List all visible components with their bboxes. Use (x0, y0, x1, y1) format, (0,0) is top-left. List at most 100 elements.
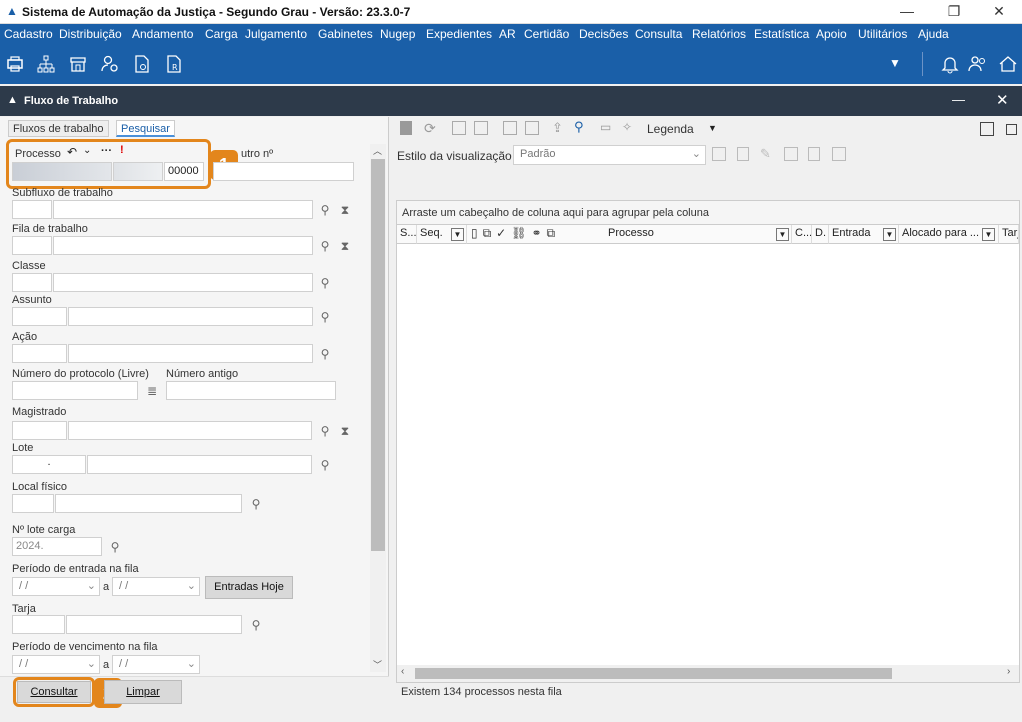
menu-nugep[interactable]: Nugep (380, 27, 415, 41)
maximize-icon[interactable]: ❐ (931, 0, 977, 24)
menu-distribuicao[interactable]: Distribuição (59, 27, 122, 41)
col-header-d[interactable]: D. (812, 225, 829, 244)
minimize-icon[interactable]: — (884, 0, 930, 24)
archive-icon[interactable] (525, 121, 539, 135)
scroll-down-icon[interactable]: ﹀ (373, 658, 382, 671)
menu-ajuda[interactable]: Ajuda (918, 27, 949, 41)
undo-icon[interactable]: ↶ (67, 145, 77, 159)
filter-dropdown-icon[interactable]: ▼ (982, 228, 995, 241)
more-icon[interactable]: ··· (101, 145, 112, 157)
menu-apoio[interactable]: Apoio (816, 27, 847, 41)
menu-decisoes[interactable]: Decisões (579, 27, 628, 41)
search-icon[interactable]: ⚲ (318, 276, 332, 290)
search-icon[interactable]: ⚲ (108, 540, 122, 554)
grid-hscrollbar[interactable]: ‹ › (397, 665, 1019, 682)
entradas-hoje-button[interactable]: Entradas Hoje (205, 576, 293, 599)
menu-expedientes[interactable]: Expedientes (426, 27, 492, 41)
filter-dropdown-icon[interactable]: ▼ (883, 228, 896, 241)
col-header-processo[interactable]: Processo (605, 225, 792, 244)
classe-desc-input[interactable] (53, 273, 313, 292)
menu-certidao[interactable]: Certidão (524, 27, 569, 41)
menu-gabinetes[interactable]: Gabinetes (318, 27, 373, 41)
menu-relatorios[interactable]: Relatórios (692, 27, 746, 41)
search-icon[interactable]: ⚲ (318, 424, 332, 438)
menu-andamento[interactable]: Andamento (132, 27, 193, 41)
search-icon[interactable]: ⚲ (318, 458, 332, 472)
left-scrollbar[interactable]: ︿ ﹀ (370, 144, 386, 672)
copy-icon[interactable] (452, 121, 466, 135)
antigo-input[interactable] (166, 381, 336, 400)
consultar-button[interactable]: Consultar (17, 681, 91, 703)
users-icon[interactable] (968, 54, 988, 74)
tab-pesquisar[interactable]: Pesquisar (116, 120, 175, 137)
processo-court-input[interactable] (113, 162, 163, 181)
local-desc-input[interactable] (55, 494, 242, 513)
search-icon[interactable]: ⚲ (318, 239, 332, 253)
assunto-code-input[interactable] (12, 307, 67, 326)
acao-code-input[interactable] (12, 344, 67, 363)
entrada-start-date[interactable]: / / ⌄ (12, 577, 100, 596)
fila-code-input[interactable] (12, 236, 52, 255)
refresh-icon[interactable]: ⟳ (424, 120, 436, 137)
scroll-up-icon[interactable]: ︿ (373, 144, 382, 157)
filter-icon[interactable]: ⧗ (338, 239, 352, 253)
search-icon[interactable]: ⚲ (249, 618, 263, 632)
excel-icon[interactable] (784, 147, 798, 161)
protocolo-input[interactable] (12, 381, 138, 400)
vencimento-end-date[interactable]: / / ⌄ (112, 655, 200, 674)
acao-desc-input[interactable] (68, 344, 313, 363)
col-header-tarja[interactable]: Tarj (999, 225, 1019, 244)
filter-dropdown-icon[interactable]: ▼ (776, 228, 789, 241)
scroll-left-icon[interactable]: ‹ (401, 666, 404, 677)
estilo-select[interactable]: Padrão ⌄ (513, 145, 706, 165)
menu-estatistica[interactable]: Estatística (754, 27, 809, 41)
pin-icon[interactable]: ✧ (622, 120, 632, 134)
legenda-label[interactable]: Legenda (647, 122, 694, 136)
list-icon[interactable]: ≣ (145, 384, 159, 398)
menu-utilitarios[interactable]: Utilitários (858, 27, 907, 41)
processo-suffix-input[interactable]: 00000 (164, 162, 204, 181)
magistrado-code-input[interactable] (12, 421, 67, 440)
chevron-down-icon[interactable]: ⌄ (83, 145, 91, 156)
tree-view-icon[interactable] (980, 122, 994, 136)
user-settings-icon[interactable] (100, 54, 120, 74)
edit-style-icon[interactable]: ✎ (760, 146, 771, 162)
classe-code-input[interactable] (12, 273, 52, 292)
save-style-icon[interactable] (712, 147, 726, 161)
menu-carga[interactable]: Carga (205, 27, 238, 41)
fila-desc-input[interactable] (53, 236, 313, 255)
col-header-s[interactable]: S... (397, 225, 417, 244)
tarja-desc-input[interactable] (66, 615, 242, 634)
search-icon[interactable]: ⚲ (318, 347, 332, 361)
search-icon[interactable]: ⚲ (318, 203, 332, 217)
scroll-right-icon[interactable]: › (1007, 666, 1010, 677)
group-area[interactable]: Arraste um cabeçalho de coluna aqui para… (397, 201, 1019, 225)
tab-fluxos[interactable]: Fluxos de trabalho (8, 120, 109, 137)
magistrado-desc-input[interactable] (68, 421, 312, 440)
find-document-icon[interactable]: ⚲ (574, 119, 584, 135)
lote-desc-input[interactable] (87, 455, 312, 474)
search-icon[interactable]: ⚲ (318, 310, 332, 324)
menu-ar[interactable]: AR (499, 27, 516, 41)
close-icon[interactable]: ✕ (976, 0, 1022, 24)
lote-code-input[interactable]: . (12, 455, 86, 474)
filter-icon[interactable]: ⧗ (338, 203, 352, 217)
bell-icon[interactable] (940, 54, 960, 74)
lote-carga-input[interactable]: 2024. (12, 537, 102, 556)
columns-icon[interactable] (832, 147, 846, 161)
home-icon[interactable] (998, 54, 1018, 74)
left-scroll-thumb[interactable] (371, 159, 385, 551)
processo-number-input[interactable] (12, 162, 112, 181)
toolbar-dropdown-icon[interactable]: ▼ (889, 56, 901, 70)
paste-icon[interactable] (474, 121, 488, 135)
assunto-desc-input[interactable] (68, 307, 313, 326)
filter-icon[interactable]: ⧗ (338, 424, 352, 438)
export-icon[interactable] (808, 147, 820, 161)
document-r-icon[interactable]: R (164, 54, 184, 74)
local-code-input[interactable] (12, 494, 54, 513)
filter-dropdown-icon[interactable]: ▼ (451, 228, 464, 241)
menu-consulta[interactable]: Consulta (635, 27, 682, 41)
limpar-button[interactable]: Limpar (104, 680, 182, 704)
layout-icon[interactable] (1006, 124, 1017, 135)
store-icon[interactable] (68, 54, 88, 74)
